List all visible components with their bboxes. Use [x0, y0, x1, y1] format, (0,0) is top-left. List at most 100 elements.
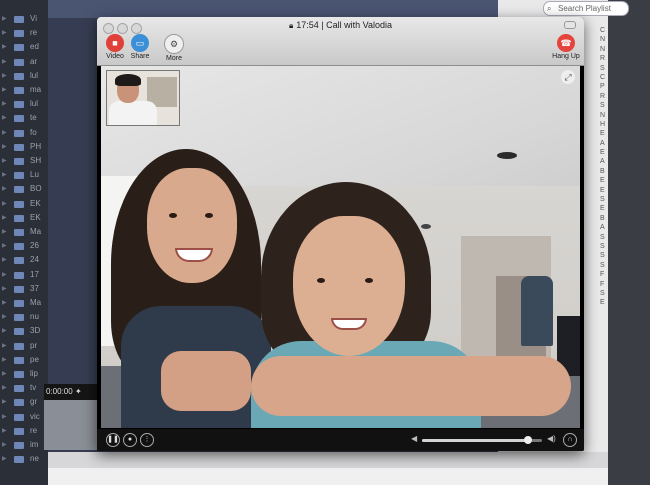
volume-knob[interactable]	[523, 436, 532, 444]
disclosure-triangle-icon[interactable]: ▶	[2, 425, 7, 437]
finder-row[interactable]: ▶ im	[0, 439, 48, 451]
finder-row[interactable]: ▶ SH	[0, 155, 48, 167]
finder-row-label: lul	[30, 70, 39, 80]
finder-row[interactable]: ▶ 26	[0, 240, 48, 252]
disclosure-triangle-icon[interactable]: ▶	[2, 453, 7, 465]
disclosure-triangle-icon[interactable]: ▶	[2, 283, 7, 295]
disclosure-triangle-icon[interactable]: ▶	[2, 240, 7, 252]
dialpad-button[interactable]: ⋮	[140, 433, 154, 447]
audio-settings-button[interactable]: ∩	[563, 433, 577, 447]
eye	[317, 278, 325, 283]
disclosure-triangle-icon[interactable]: ▶	[2, 340, 7, 352]
finder-row[interactable]: ▶ 37	[0, 283, 48, 295]
disclosure-triangle-icon[interactable]: ▶	[2, 311, 7, 323]
finder-row[interactable]: ▶ lul	[0, 70, 48, 82]
finder-row[interactable]: ▶ ma	[0, 84, 48, 96]
toolbar-toggle-button[interactable]	[564, 21, 576, 29]
volume-slider[interactable]	[422, 436, 542, 444]
finder-row[interactable]: ▶ ne	[0, 453, 48, 465]
disclosure-triangle-icon[interactable]: ▶	[2, 382, 7, 394]
disclosure-triangle-icon[interactable]: ▶	[2, 368, 7, 380]
disclosure-triangle-icon[interactable]: ▶	[2, 269, 7, 281]
background-edge	[608, 0, 650, 485]
mouth	[331, 318, 367, 330]
disclosure-triangle-icon[interactable]: ▶	[2, 226, 7, 238]
finder-row[interactable]: ▶ re	[0, 27, 48, 39]
disclosure-triangle-icon[interactable]: ▶	[2, 13, 7, 25]
finder-row[interactable]: ▶ 17	[0, 269, 48, 281]
finder-row[interactable]: ▶ PH	[0, 141, 48, 153]
folder-icon	[14, 285, 24, 293]
disclosure-triangle-icon[interactable]: ▶	[2, 396, 7, 408]
finder-row-label: ar	[30, 56, 38, 66]
disclosure-triangle-icon[interactable]: ▶	[2, 169, 7, 181]
disclosure-triangle-icon[interactable]: ▶	[2, 56, 7, 68]
titlebar: 🔒︎ 17:54 | Call with Valodia ■ Video ▭ Sh…	[97, 17, 584, 66]
disclosure-triangle-icon[interactable]: ▶	[2, 155, 7, 167]
disclosure-triangle-icon[interactable]: ▶	[2, 411, 7, 423]
finder-row[interactable]: ▶ vic	[0, 411, 48, 423]
finder-row[interactable]: ▶ lul	[0, 98, 48, 110]
finder-row[interactable]: ▶ Lu	[0, 169, 48, 181]
finder-row[interactable]: ▶ re	[0, 425, 48, 437]
finder-row[interactable]: ▶ Vi	[0, 13, 48, 25]
disclosure-triangle-icon[interactable]: ▶	[2, 198, 7, 210]
disclosure-triangle-icon[interactable]: ▶	[2, 112, 7, 124]
finder-row[interactable]: ▶ te	[0, 112, 48, 124]
disclosure-triangle-icon[interactable]: ▶	[2, 70, 7, 82]
disclosure-triangle-icon[interactable]: ▶	[2, 41, 7, 53]
playlist-row-letter: S	[600, 242, 605, 250]
volume-fill	[422, 439, 528, 442]
video-button[interactable]: ■ Video	[102, 34, 128, 60]
finder-row[interactable]: ▶ pr	[0, 340, 48, 352]
finder-row[interactable]: ▶ 3D	[0, 325, 48, 337]
ceiling-light-small	[421, 224, 431, 229]
folder-icon	[14, 44, 24, 52]
finder-row-label: ma	[30, 85, 42, 94]
finder-row[interactable]: ▶ ed	[0, 41, 48, 53]
search-playlist-input[interactable]: ⌕ Search Playlist	[543, 1, 629, 16]
disclosure-triangle-icon[interactable]: ▶	[2, 98, 7, 110]
fullscreen-button[interactable]: ⤢	[561, 70, 575, 84]
hang-up-button[interactable]: ☎ Hang Up	[551, 34, 581, 60]
finder-row[interactable]: ▶ EK	[0, 212, 48, 224]
finder-row[interactable]: ▶ nu	[0, 311, 48, 323]
finder-row[interactable]: ▶ ar	[0, 56, 48, 68]
playlist-row-letter: F	[600, 280, 605, 288]
disclosure-triangle-icon[interactable]: ▶	[2, 183, 7, 195]
more-button[interactable]: ⚙ More	[161, 34, 187, 62]
folder-icon	[14, 257, 24, 265]
finder-row[interactable]: ▶ EK	[0, 198, 48, 210]
disclosure-triangle-icon[interactable]: ▶	[2, 212, 7, 224]
microphone-button[interactable]: ●	[123, 433, 137, 447]
finder-row[interactable]: ▶ Ma	[0, 297, 48, 309]
finder-row[interactable]: ▶ lip	[0, 368, 48, 380]
disclosure-triangle-icon[interactable]: ▶	[2, 439, 7, 451]
disclosure-triangle-icon[interactable]: ▶	[2, 84, 7, 96]
disclosure-triangle-icon[interactable]: ▶	[2, 325, 7, 337]
playlist-row-letter: B	[600, 214, 605, 222]
disclosure-triangle-icon[interactable]: ▶	[2, 297, 7, 309]
finder-row[interactable]: ▶ fo	[0, 127, 48, 139]
finder-row[interactable]: ▶ pe	[0, 354, 48, 366]
playlist-row-letter: S	[600, 102, 605, 110]
playlist-row-letter: E	[600, 149, 605, 157]
finder-row-label: im	[30, 440, 39, 449]
share-button[interactable]: ▭ Share	[127, 34, 153, 60]
folder-icon	[14, 399, 24, 407]
self-view-preview[interactable]	[106, 70, 180, 126]
finder-row[interactable]: ▶ tv	[0, 382, 48, 394]
person-right-face	[293, 216, 405, 356]
finder-row[interactable]: ▶ gr	[0, 396, 48, 408]
finder-row[interactable]: ▶ 24	[0, 254, 48, 266]
disclosure-triangle-icon[interactable]: ▶	[2, 27, 7, 39]
disclosure-triangle-icon[interactable]: ▶	[2, 141, 7, 153]
pause-button[interactable]: ❚❚	[106, 433, 120, 447]
disclosure-triangle-icon[interactable]: ▶	[2, 354, 7, 366]
finder-row[interactable]: ▶ BO	[0, 183, 48, 195]
disclosure-triangle-icon[interactable]: ▶	[2, 254, 7, 266]
finder-row-label: vic	[30, 411, 40, 421]
finder-row-label: PH	[30, 141, 42, 151]
disclosure-triangle-icon[interactable]: ▶	[2, 127, 7, 139]
finder-row[interactable]: ▶ Ma	[0, 226, 48, 238]
